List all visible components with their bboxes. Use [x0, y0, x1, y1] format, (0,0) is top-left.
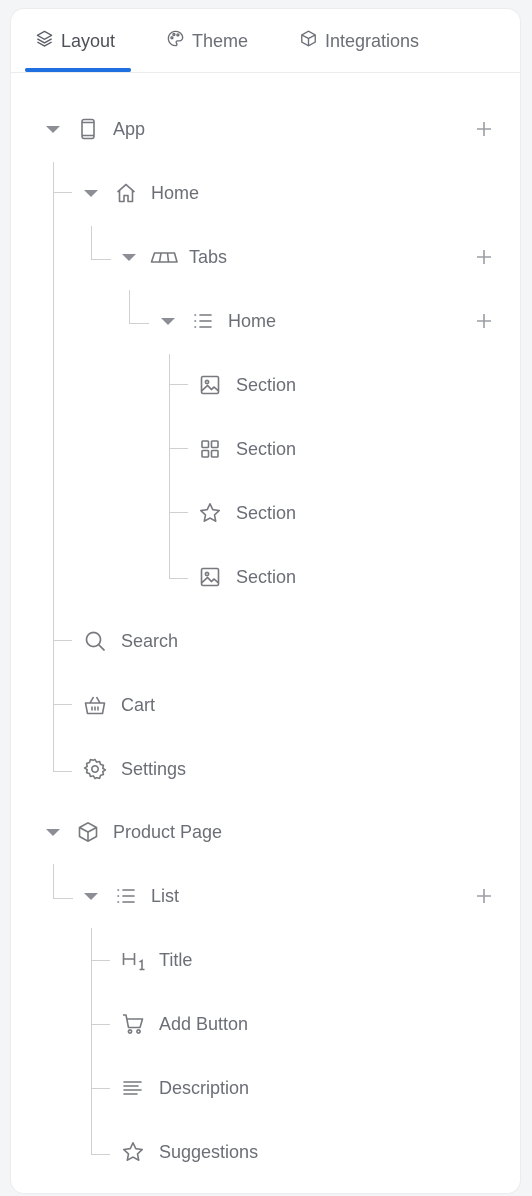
grid-icon: [198, 437, 222, 461]
tree-line: [53, 771, 72, 772]
tree-node-search[interactable]: Search: [83, 626, 383, 656]
tree-node-home[interactable]: Home: [84, 178, 464, 208]
node-label: Search: [121, 630, 179, 651]
tree-line: [169, 448, 188, 449]
tree-line: [53, 162, 54, 772]
collapse-caret-icon[interactable]: [46, 828, 60, 836]
tree-line: [91, 259, 111, 260]
tree-node-home-list[interactable]: Home: [161, 306, 461, 336]
search-icon: [83, 629, 107, 653]
heading-1-icon: [121, 948, 149, 972]
node-label: Description: [159, 1077, 250, 1098]
tree-line: [53, 640, 72, 641]
tree-node-section[interactable]: Section: [198, 434, 458, 464]
tree-node-section[interactable]: Section: [198, 562, 458, 592]
tab-bar-icon: [150, 245, 178, 269]
node-label: Settings: [121, 758, 187, 779]
gear-icon: [83, 757, 107, 781]
node-label: Home: [228, 310, 277, 331]
tree-line: [169, 354, 170, 578]
image-icon: [198, 373, 222, 397]
list-icon: [191, 309, 215, 333]
node-label: Cart: [121, 694, 156, 715]
tree-line: [53, 704, 72, 705]
tree-line: [53, 864, 54, 898]
tree-line: [129, 323, 149, 324]
tree-node-cart[interactable]: Cart: [83, 690, 383, 720]
tree-line: [53, 192, 72, 193]
smartphone-icon: [76, 117, 100, 141]
add-child-button[interactable]: [474, 247, 494, 267]
tree-node-list[interactable]: List: [84, 881, 464, 911]
tree-node-add-button[interactable]: Add Button: [121, 1009, 421, 1039]
tree-line: [91, 1154, 110, 1155]
tree-line: [169, 384, 188, 385]
add-child-button[interactable]: [474, 119, 494, 139]
collapse-caret-icon[interactable]: [161, 317, 175, 325]
basket-icon: [83, 693, 107, 717]
tree-line: [169, 512, 188, 513]
shopping-cart-icon: [121, 1012, 145, 1036]
tree-node-app[interactable]: App: [46, 114, 466, 144]
tree-line: [169, 578, 188, 579]
node-label: Add Button: [159, 1013, 249, 1034]
add-child-button[interactable]: [474, 311, 494, 331]
tree-line: [91, 928, 92, 1154]
node-label: App: [113, 118, 146, 139]
tree-line: [91, 960, 110, 961]
tree-node-product-page[interactable]: Product Page: [46, 817, 466, 847]
star-icon: [198, 501, 222, 525]
node-label: Section: [236, 566, 297, 587]
tree-node-section[interactable]: Section: [198, 370, 458, 400]
node-label: Section: [236, 374, 297, 395]
add-child-button[interactable]: [474, 886, 494, 906]
node-label: Title: [159, 949, 193, 970]
layout-tree: App Home Tabs Home Section Section Secti…: [0, 0, 532, 1196]
image-icon: [198, 565, 222, 589]
collapse-caret-icon[interactable]: [84, 189, 98, 197]
star-icon: [121, 1140, 145, 1164]
collapse-caret-icon[interactable]: [84, 892, 98, 900]
node-label: Home: [151, 182, 200, 203]
list-icon: [114, 884, 138, 908]
node-label: Product Page: [113, 821, 223, 842]
tree-node-description[interactable]: Description: [121, 1073, 421, 1103]
node-label: Section: [236, 438, 297, 459]
home-icon: [114, 181, 138, 205]
tree-node-title[interactable]: Title: [121, 945, 421, 975]
tree-line: [91, 1024, 110, 1025]
tree-line: [91, 226, 92, 259]
tree-line: [53, 898, 73, 899]
text-align-icon: [121, 1076, 145, 1100]
tree-node-settings[interactable]: Settings: [83, 754, 383, 784]
tree-node-tabs[interactable]: Tabs: [122, 242, 462, 272]
node-label: Tabs: [189, 246, 228, 267]
cube-icon: [76, 820, 100, 844]
tree-line: [129, 290, 130, 323]
node-label: Section: [236, 502, 297, 523]
collapse-caret-icon[interactable]: [122, 253, 136, 261]
collapse-caret-icon[interactable]: [46, 125, 60, 133]
tree-node-suggestions[interactable]: Suggestions: [121, 1137, 421, 1167]
tree-line: [91, 1088, 110, 1089]
tree-node-section[interactable]: Section: [198, 498, 458, 528]
node-label: Suggestions: [159, 1141, 259, 1162]
node-label: List: [151, 885, 180, 906]
